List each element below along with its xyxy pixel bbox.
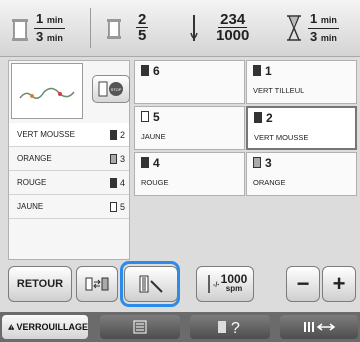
needle-icon (190, 15, 198, 41)
thread-index: 4 (119, 177, 125, 188)
swap-spool-button[interactable] (76, 266, 118, 302)
spool-empty-icon (109, 201, 117, 212)
spool-light-icon (253, 157, 261, 168)
back-button[interactable]: RETOUR (8, 266, 72, 302)
needle-cell-1[interactable]: 1 VERT TILLEUL (246, 60, 357, 104)
elapsed-den: 3 (36, 28, 44, 44)
needle-number: 1 (265, 64, 272, 78)
footer-bar: VERROUILLAGE ? (0, 312, 360, 342)
thread-name: ORANGE (253, 178, 286, 187)
hourglass-icon (287, 15, 301, 41)
svg-text:STOP: STOP (111, 87, 122, 92)
spool-filled-icon (253, 65, 261, 76)
thread-name: VERT TILLEUL (253, 86, 305, 95)
speed-minus-button[interactable]: − (286, 266, 320, 302)
needle-cell-2[interactable]: 2 VERT MOUSSE (246, 106, 357, 150)
embroidery-info-panel: STOP VERT MOUSSE 2 ORANGE 3 ROUGE 4 JAUN… (8, 60, 130, 260)
speed-plus-button[interactable]: + (322, 266, 356, 302)
thread-name: VERT MOUSSE (254, 133, 309, 142)
speed-unit: spm (225, 284, 243, 293)
color-counter-display: 2 5 (104, 8, 149, 48)
needle-cell-6[interactable]: 6 (134, 60, 245, 104)
frame-move-icon (304, 322, 336, 332)
needle-number: 5 (153, 110, 160, 124)
divider (90, 8, 91, 48)
spool-filled-icon (109, 129, 117, 140)
needle-number: 3 (265, 156, 272, 170)
thread-index: 5 (119, 201, 125, 212)
stitch-current: 234 (218, 11, 248, 28)
thread-order-list: VERT MOUSSE 2 ORANGE 3 ROUGE 4 JAUNE 5 (9, 123, 129, 219)
stop-spool-button[interactable]: STOP (92, 75, 130, 103)
stop-icon: STOP (98, 81, 123, 97)
needle-cell-4[interactable]: 4 ROUGE (134, 152, 245, 196)
remaining-num: 1 (310, 10, 318, 26)
help-button[interactable]: ? (190, 315, 270, 339)
color-current: 2 (136, 11, 149, 28)
thread-name: JAUNE (17, 202, 44, 211)
thread-index: 2 (119, 129, 125, 140)
spool-filled-icon (141, 65, 149, 76)
needle-cell-5[interactable]: 5 JAUNE (134, 106, 245, 150)
spool-light-icon (109, 153, 117, 164)
thread-name: JAUNE (141, 132, 166, 141)
spool-clock-icon (12, 19, 28, 41)
spool-empty-icon (141, 111, 149, 122)
minus-icon: − (296, 271, 310, 296)
remaining-unit-den: min (320, 32, 337, 43)
thread-name: ROUGE (141, 178, 169, 187)
list-icon (133, 320, 147, 334)
status-bar: 1 min 3 min 2 5 234 1000 1 min 3 min (0, 0, 360, 57)
remaining-den: 3 (310, 28, 318, 44)
needle-number: 4 (153, 156, 160, 170)
elapsed-time-display: 1 min 3 min (10, 8, 65, 48)
machine-help-icon: ? (218, 320, 240, 337)
back-label: RETOUR (16, 278, 64, 290)
spool-filled-icon (109, 177, 117, 188)
spool-filled-icon (141, 157, 149, 168)
svg-text:?: ? (231, 320, 240, 337)
remaining-time-display: 1 min 3 min (284, 8, 339, 48)
pattern-thumbnail-icon (19, 87, 75, 99)
list-item[interactable]: VERT MOUSSE 2 (9, 123, 129, 147)
list-item[interactable]: ROUGE 4 (9, 171, 129, 195)
needle-speed-icon: -/+ (207, 275, 219, 293)
action-bar: RETOUR -/+ 1000 spm − + (0, 258, 360, 310)
thread-name: ROUGE (17, 178, 47, 187)
list-item[interactable]: JAUNE 5 (9, 195, 129, 219)
remaining-unit: min (320, 14, 337, 25)
spool-icon (107, 19, 121, 39)
thread-index: 3 (119, 153, 125, 164)
thread-name: ORANGE (17, 154, 52, 163)
needle-number: 2 (266, 111, 273, 125)
needle-number: 6 (153, 64, 160, 78)
elapsed-num: 1 (36, 10, 44, 26)
plus-icon: + (332, 271, 346, 296)
settings-button[interactable] (280, 315, 358, 339)
speed-value: 1000 (220, 272, 248, 286)
svg-text:-/+: -/+ (213, 282, 219, 289)
elapsed-unit: min (46, 14, 63, 25)
warning-icon (8, 324, 15, 330)
swap-spools-icon (85, 277, 109, 291)
needle-cell-3[interactable]: 3 ORANGE (246, 152, 357, 196)
thread-name: VERT MOUSSE (17, 130, 75, 139)
spool-filled-icon (254, 112, 262, 123)
lock-label: VERROUILLAGE (16, 322, 88, 332)
color-total: 5 (138, 27, 147, 44)
speed-display: -/+ 1000 spm (196, 266, 254, 302)
list-button[interactable] (100, 315, 180, 339)
stitch-total: 1000 (216, 27, 250, 44)
stitch-counter-display: 234 1000 (184, 8, 249, 48)
list-item[interactable]: ORANGE 3 (9, 147, 129, 171)
highlight-ring (120, 261, 180, 307)
pattern-preview (11, 63, 83, 119)
lock-button[interactable]: VERROUILLAGE (2, 315, 88, 339)
elapsed-unit-den: min (46, 32, 63, 43)
